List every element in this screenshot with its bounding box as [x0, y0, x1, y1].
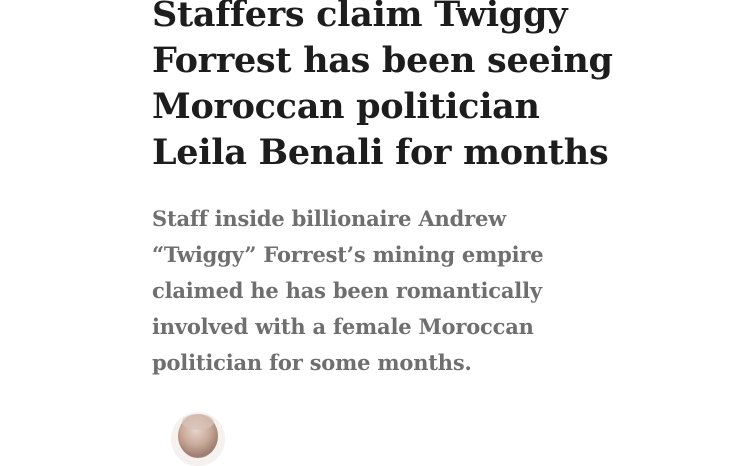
standfirst-line: politician for some months. [152, 350, 472, 375]
article-headline: Staffers claim Twiggy Forrest has been s… [152, 0, 613, 176]
headline-line: Staffers claim Twiggy [152, 0, 568, 35]
standfirst-line: “Twiggy” Forrest’s mining empire [152, 242, 544, 267]
author-avatar[interactable] [171, 412, 225, 466]
headline-line: Moroccan politician [152, 86, 540, 127]
headline-line: Forrest has been seeing [152, 40, 613, 81]
standfirst-line: claimed he has been romantically [152, 278, 542, 303]
article-standfirst: Staff inside billionaire Andrew “Twiggy”… [152, 201, 572, 381]
standfirst-line: involved with a female Moroccan [152, 314, 534, 339]
standfirst-line: Staff inside billionaire Andrew [152, 206, 506, 231]
author-avatar-photo-icon [171, 412, 225, 466]
headline-line: Leila Benali for months [152, 132, 609, 173]
